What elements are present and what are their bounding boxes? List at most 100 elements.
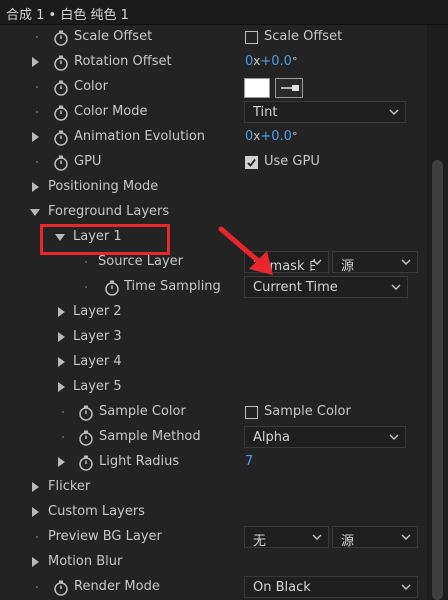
checkbox-label: Sample Color [264, 404, 351, 419]
expand-triangle-icon[interactable] [32, 482, 39, 492]
dropdown-value: 源 [341, 259, 355, 274]
property-label: Sample Color [99, 404, 186, 419]
row-sample-color: Sample Color Sample Color [0, 400, 427, 425]
degree-symbol: ° [291, 130, 298, 143]
expand-triangle-icon[interactable] [58, 307, 65, 317]
checkbox-label: Use GPU [264, 154, 320, 169]
row-color-mode: Color Mode Tint [0, 100, 427, 125]
stopwatch-icon[interactable] [53, 105, 69, 121]
property-label: Color [74, 79, 108, 94]
checkbox-label: Scale Offset [264, 29, 343, 44]
window-title: 合成 1 • 白色 纯色 1 [6, 8, 129, 23]
group-label: Positioning Mode [48, 179, 159, 194]
row-positioning-mode[interactable]: Positioning Mode [0, 175, 427, 200]
row-sample-method: Sample Method Alpha [0, 425, 427, 450]
row-preview-bg-layer: Preview BG Layer 无 源 [0, 525, 427, 550]
tree-dot [36, 36, 38, 38]
property-label: Animation Evolution [74, 129, 206, 144]
vertical-scrollbar[interactable] [427, 25, 448, 600]
light-radius-value[interactable]: 7 [245, 454, 253, 469]
tree-dot [36, 86, 38, 88]
row-color: Color [0, 75, 427, 100]
chevron-down-icon [389, 108, 399, 116]
dropdown-value: On Black [253, 580, 311, 595]
animation-evolution-value[interactable]: 0x+0.0° [245, 129, 297, 144]
tree-dot [36, 586, 38, 588]
stopwatch-icon[interactable] [53, 55, 69, 71]
row-layer-5[interactable]: Layer 5 [0, 375, 427, 400]
row-layer-3[interactable]: Layer 3 [0, 325, 427, 350]
source-type-dropdown[interactable]: 源 [332, 251, 418, 274]
tree-dot [62, 411, 64, 413]
sample-method-dropdown[interactable]: Alpha [244, 426, 406, 448]
row-light-radius: Light Radius 7 [0, 450, 427, 475]
stopwatch-icon[interactable] [53, 30, 69, 46]
row-motion-blur[interactable]: Motion Blur [0, 550, 427, 575]
degrees-value[interactable]: +0.0 [260, 54, 292, 69]
collapse-triangle-icon[interactable] [30, 209, 40, 216]
use-gpu-checkbox[interactable] [245, 156, 258, 169]
stopwatch-icon[interactable] [53, 155, 69, 171]
sample-color-checkbox[interactable] [245, 406, 258, 419]
preview-bg-source-dropdown[interactable]: 源 [332, 526, 418, 549]
tree-dot [36, 161, 38, 163]
stopwatch-icon[interactable] [104, 280, 120, 296]
stopwatch-icon[interactable] [53, 580, 69, 596]
chevron-down-icon [401, 583, 411, 591]
dropdown-value: Alpha [253, 430, 290, 445]
dropdown-value: Current Time [253, 280, 338, 295]
chevron-down-icon [401, 533, 411, 541]
expand-triangle-icon[interactable] [58, 357, 65, 367]
expand-triangle-icon[interactable] [32, 507, 39, 517]
stopwatch-icon[interactable] [78, 405, 94, 421]
row-rotation-offset: Rotation Offset 0x+0.0° [0, 50, 427, 75]
group-label: Custom Layers [48, 504, 145, 519]
row-custom-layers[interactable]: Custom Layers [0, 500, 427, 525]
property-label: Scale Offset [74, 29, 153, 44]
color-swatch[interactable] [244, 78, 270, 98]
property-label: Preview BG Layer [48, 529, 162, 544]
tree-dot [36, 536, 38, 538]
property-label: Sample Method [99, 429, 201, 444]
chevron-down-icon [391, 283, 401, 291]
group-label: Layer 4 [73, 354, 122, 369]
tree-dot [85, 261, 87, 263]
stopwatch-icon[interactable] [78, 455, 94, 471]
eyedropper-icon[interactable] [275, 78, 303, 98]
property-label: Render Mode [74, 579, 160, 594]
row-foreground-layers[interactable]: Foreground Layers [0, 200, 427, 225]
dropdown-value: 无 [253, 534, 267, 549]
row-layer-4[interactable]: Layer 4 [0, 350, 427, 375]
color-mode-dropdown[interactable]: Tint [244, 101, 406, 123]
preview-bg-layer-dropdown[interactable]: 无 [244, 526, 329, 549]
expand-triangle-icon[interactable] [32, 57, 39, 67]
expand-triangle-icon[interactable] [32, 557, 39, 567]
expand-triangle-icon[interactable] [58, 382, 65, 392]
property-label: GPU [74, 154, 102, 169]
expand-triangle-icon[interactable] [32, 132, 39, 142]
property-label: Source Layer [98, 254, 184, 269]
chevron-down-icon [389, 433, 399, 441]
expand-triangle-icon[interactable] [32, 182, 39, 192]
group-label: Layer 5 [73, 379, 122, 394]
expand-triangle-icon[interactable] [58, 332, 65, 342]
row-layer-2[interactable]: Layer 2 [0, 300, 427, 325]
stopwatch-icon[interactable] [53, 130, 69, 146]
group-label: Foreground Layers [48, 204, 170, 219]
scrollbar-thumb[interactable] [432, 160, 443, 600]
render-mode-dropdown[interactable]: On Black [244, 576, 418, 598]
tree-dot [85, 286, 87, 288]
rotation-offset-value[interactable]: 0x+0.0° [245, 54, 297, 69]
scale-offset-checkbox[interactable] [245, 31, 258, 44]
degrees-value[interactable]: +0.0 [260, 129, 292, 144]
row-flicker[interactable]: Flicker [0, 475, 427, 500]
property-label: Color Mode [74, 104, 148, 119]
expand-triangle-icon[interactable] [58, 457, 65, 467]
property-label: Rotation Offset [74, 54, 172, 69]
stopwatch-icon[interactable] [78, 430, 94, 446]
group-label: Motion Blur [48, 554, 123, 569]
highlight-box [40, 224, 170, 255]
stopwatch-icon[interactable] [53, 80, 69, 96]
tree-dot [36, 111, 38, 113]
property-label: Light Radius [99, 454, 180, 469]
